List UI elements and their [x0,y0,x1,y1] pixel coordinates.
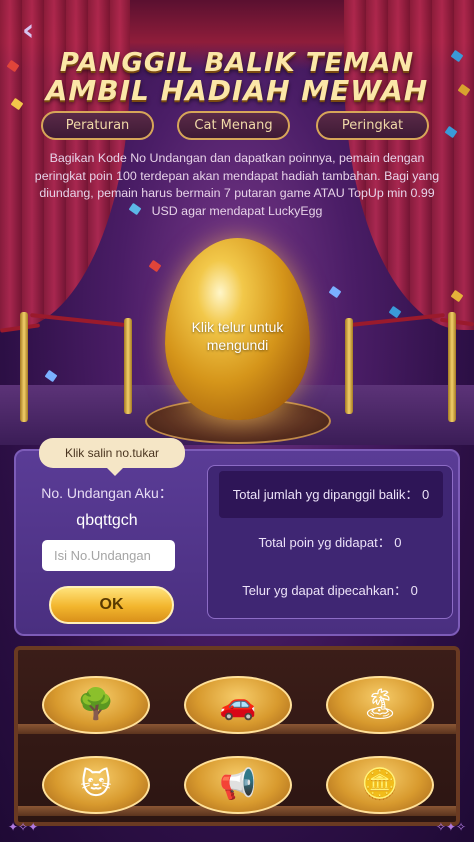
corner-decoration-icon: ✦✧✦ [8,820,39,834]
rail-post [20,312,28,422]
rail-post [124,318,132,414]
bonsai-tree-icon: 🌳 [77,687,115,722]
confetti [328,285,342,299]
tab-winning-record[interactable]: Cat Menang [177,111,290,140]
ok-button[interactable]: OK [49,586,174,624]
lucky-cat-icon: 🐱 [80,767,112,802]
invite-code-input[interactable] [42,540,175,571]
rail-post [345,318,353,414]
event-description: Bagikan Kode No Undangan dan dapatkan po… [34,151,440,218]
prize-slot: 🌳 [42,676,150,734]
rail-post [448,312,456,422]
rope-rail [30,313,125,327]
confetti [388,305,402,319]
prize-slot: 📢 [184,756,292,814]
page-title-line2: AMBIL HADIAH MEWAH [45,74,429,107]
eggs-broken-stat: Telur yg dapat dipecahkan： 0 [242,583,418,598]
prize-slot: 🚗 [184,676,292,734]
tab-ranking[interactable]: Peringkat [316,111,429,140]
megaphone-icon: 📢 [219,767,257,802]
back-button[interactable]: ‹ [22,16,52,50]
total-points-stat: Total poin yg didapat： 0 [258,535,402,550]
egg-prompt: Klik telur untuk mengundi [191,319,284,353]
my-invite-code-label: No. Undangan Aku： [41,485,173,501]
confetti [148,259,162,273]
prize-slot: 🪙 [326,756,434,814]
copy-code-tooltip[interactable]: Klik salin no.tukar [39,438,185,476]
corner-decoration-icon: ✧✦✧ [435,820,466,834]
confetti [44,369,58,383]
my-invite-code[interactable]: qbqttgch [22,512,192,530]
tab-rules[interactable]: Peraturan [41,111,154,140]
prize-slot: 🐱 [42,756,150,814]
coins-icon: 🪙 [361,767,399,802]
sports-car-icon: 🚗 [219,687,257,722]
total-invited-stat: Total jumlah yg dipanggil balik： 0 [219,471,443,518]
prize-slot: 🏝 [326,676,434,734]
chevron-left-icon: ‹ [22,13,35,48]
island-icon: 🏝 [360,687,400,722]
